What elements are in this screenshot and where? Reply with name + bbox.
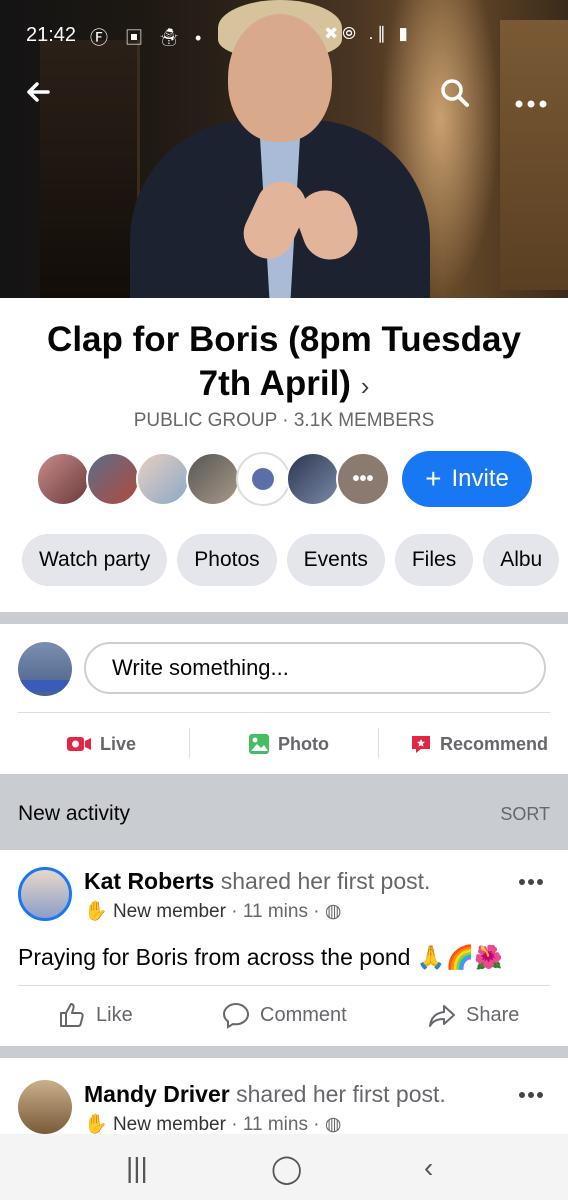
member-avatar[interactable] — [236, 452, 290, 506]
post-meta: ✋ New member · 11 mins · ◍ — [84, 1114, 342, 1135]
more-horizontal-icon — [519, 1092, 543, 1098]
post-options-button[interactable] — [518, 1079, 544, 1105]
live-label: Live — [100, 733, 137, 754]
arrow-left-icon — [27, 82, 50, 102]
recommend-button[interactable]: Recommend — [410, 732, 548, 756]
sort-button[interactable]: SORT — [500, 804, 550, 825]
search-icon — [441, 79, 469, 107]
tab-photos[interactable]: Photos — [177, 534, 277, 586]
member-avatar[interactable] — [86, 452, 140, 506]
tab-events[interactable]: Events — [286, 534, 385, 586]
status-time: 21:42 — [26, 24, 77, 46]
photo-label: Photo — [278, 733, 329, 754]
post-author-avatar[interactable] — [18, 867, 72, 921]
chevron-right-icon: › — [360, 371, 370, 401]
thumbs-up-icon — [60, 1003, 84, 1027]
live-button[interactable]: Live — [66, 732, 136, 756]
my-avatar[interactable] — [18, 642, 72, 696]
status-bar: 21:42 Ⓕ ▣ ☃ • ✖⦾ .∥ ▮ — [0, 18, 568, 52]
post-time[interactable]: 11 mins — [243, 1114, 308, 1135]
member-badge: New member — [112, 1114, 226, 1135]
divider — [378, 728, 379, 758]
section-divider — [0, 1046, 568, 1058]
comment-label: Comment — [260, 1003, 347, 1026]
search-button[interactable] — [440, 78, 470, 116]
invite-label: Invite — [451, 465, 509, 492]
new-member-icon: ✋ — [84, 901, 108, 922]
group-meta[interactable]: PUBLIC GROUP · 3.1K MEMBERS — [0, 410, 568, 432]
globe-icon: ◍ — [324, 1114, 342, 1135]
tab-files[interactable]: Files — [394, 534, 474, 586]
post-body: Praying for Boris from across the pond — [18, 944, 411, 970]
member-avatar[interactable] — [136, 452, 190, 506]
more-horizontal-icon — [515, 100, 547, 108]
post-header: Mandy Driver shared her first post. — [84, 1081, 446, 1108]
photo-icon — [249, 734, 269, 754]
recent-apps-button[interactable]: ||| — [126, 1152, 148, 1184]
write-something-input[interactable]: Write something... — [84, 642, 546, 694]
post-author-name[interactable]: Kat Roberts — [84, 868, 214, 894]
member-avatar[interactable] — [186, 452, 240, 506]
divider — [18, 985, 550, 986]
member-badge: New member — [112, 901, 226, 922]
back-nav-button[interactable]: ‹ — [424, 1152, 433, 1184]
back-button[interactable] — [24, 78, 52, 114]
tab-albums[interactable]: Albu — [483, 534, 560, 586]
comment-button[interactable]: Comment — [222, 1001, 347, 1029]
cover-door-shape — [40, 40, 140, 298]
share-button[interactable]: Share — [428, 1001, 519, 1029]
cover-person-hands — [235, 170, 370, 268]
comment-icon — [222, 1002, 250, 1029]
post-action-text: shared her first post. — [229, 1081, 446, 1107]
photo-button[interactable]: Photo — [248, 732, 329, 756]
status-system-icons: ✖⦾ .∥ ▮ — [324, 24, 412, 43]
share-icon — [429, 1005, 455, 1027]
group-title-text: Clap for Boris (8pm Tuesday 7th April) — [47, 320, 521, 403]
post-action-text: shared her first post. — [214, 868, 431, 894]
group-tabs: Watch party Photos Events Files Albu — [22, 534, 560, 586]
home-button[interactable]: ◯ — [271, 1152, 302, 1185]
status-notification-icons: Ⓕ ▣ ☃ • — [90, 28, 208, 48]
post-author-avatar[interactable] — [18, 1080, 72, 1134]
recommend-icon — [412, 736, 430, 753]
post-author-name[interactable]: Mandy Driver — [84, 1081, 230, 1107]
member-avatar[interactable] — [36, 452, 90, 506]
post-meta: ✋ New member · 11 mins · ◍ — [84, 901, 342, 922]
new-member-icon: ✋ — [84, 1114, 108, 1135]
member-avatar[interactable] — [286, 452, 340, 506]
globe-icon: ◍ — [324, 901, 342, 922]
group-title[interactable]: Clap for Boris (8pm Tuesday 7th April) › — [40, 318, 528, 408]
invite-button[interactable]: + Invite — [402, 451, 532, 507]
post-options-button[interactable] — [518, 866, 544, 892]
new-activity-header: New activity SORT — [0, 774, 568, 850]
post-header: Kat Roberts shared her first post. — [84, 868, 430, 895]
like-label: Like — [96, 1003, 133, 1026]
more-members-button[interactable]: ••• — [336, 452, 390, 506]
post-emoji: 🙏🌈🌺 — [416, 944, 503, 970]
more-horizontal-icon — [519, 879, 543, 885]
post-text: Praying for Boris from across the pond 🙏… — [18, 944, 503, 971]
recommend-label: Recommend — [440, 733, 549, 754]
live-video-icon — [67, 737, 91, 751]
member-avatars[interactable]: ••• — [36, 452, 390, 506]
share-label: Share — [466, 1003, 520, 1026]
tab-watch-party[interactable]: Watch party — [22, 534, 168, 586]
post-time[interactable]: 11 mins — [243, 901, 308, 922]
like-button[interactable]: Like — [58, 1001, 133, 1029]
plus-icon: + — [425, 463, 442, 494]
android-navigation-bar: ||| ◯ ‹ — [0, 1134, 568, 1200]
cover-frame-shape — [500, 20, 568, 290]
section-divider — [0, 612, 568, 624]
divider — [189, 728, 190, 758]
more-button[interactable] — [514, 84, 548, 118]
divider — [18, 712, 550, 713]
new-activity-title: New activity — [18, 802, 131, 825]
